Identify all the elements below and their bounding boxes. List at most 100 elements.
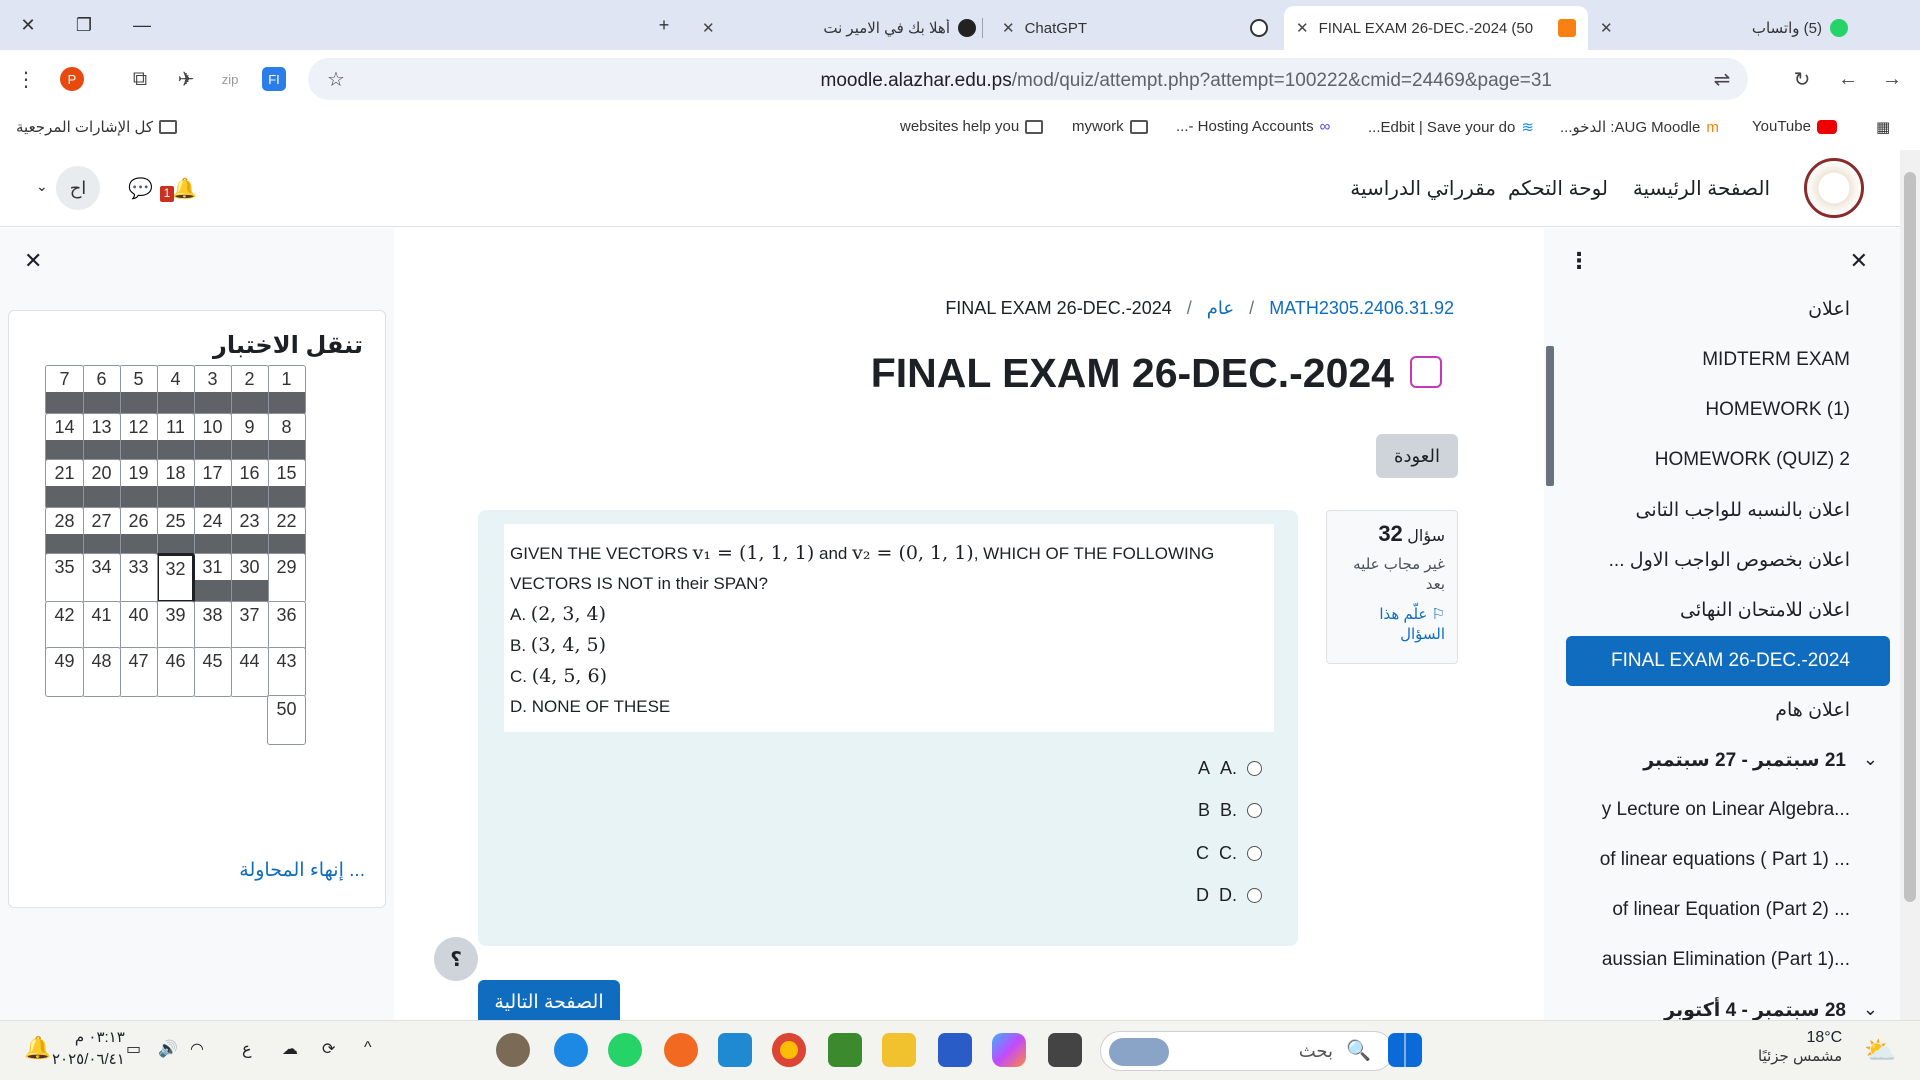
question-nav-button-3[interactable]: 3 [193,365,232,415]
question-nav-button-9[interactable]: 9 [230,413,269,463]
question-nav-button-22[interactable]: 22 [267,507,306,557]
breadcrumb-course[interactable]: MATH2305.2406.31.92 [1269,298,1454,318]
tab-close-icon[interactable]: ✕ [1296,19,1309,37]
course-index-item[interactable]: اعلان هام [1775,699,1850,722]
question-nav-button-30[interactable]: 30 [230,553,269,603]
answer-option-d[interactable]: .D D [1196,885,1262,906]
site-settings-icon[interactable]: ⇌ [1710,67,1734,91]
question-nav-button-13[interactable]: 13 [82,413,121,463]
bookmark-youtube[interactable]: YouTube [1752,118,1837,135]
start-windows-icon[interactable] [1388,1033,1422,1067]
question-nav-button-34[interactable]: 34 [82,553,121,603]
question-nav-button-35[interactable]: 35 [45,553,84,603]
question-nav-button-10[interactable]: 10 [193,413,232,463]
question-nav-button-11[interactable]: 11 [156,413,195,463]
clock[interactable]: ٠٣:١٣ م ٢٠٢٥/٠٦/٤١ [52,1027,125,1071]
whatsapp-icon[interactable] [608,1033,642,1067]
answer-option-c[interactable]: .C C [1196,843,1262,864]
course-index-item[interactable]: HOMEWORK (QUIZ) 2 [1655,449,1850,471]
edge-icon[interactable] [554,1033,588,1067]
menu-kebab-icon[interactable]: ⋮ [14,67,38,91]
app-orange-icon[interactable] [664,1033,698,1067]
course-index-item[interactable]: ... of linear Equation (Part 2) [1612,899,1850,921]
address-bar[interactable]: ☆ moodle.alazhar.edu.ps/mod/quiz/attempt… [308,58,1748,100]
question-nav-button-19[interactable]: 19 [119,459,158,509]
question-nav-button-50[interactable]: 50 [267,695,306,745]
question-nav-button-5[interactable]: 5 [119,365,158,415]
question-nav-button-15[interactable]: 15 [267,459,306,509]
next-page-button[interactable]: الصفحة التالية [478,980,620,1024]
answer-option-b[interactable]: .B B [1198,800,1262,821]
microsoft-store-icon[interactable] [938,1033,972,1067]
question-nav-button-29[interactable]: 29 [267,553,306,603]
page-scrollbar[interactable] [1900,150,1920,1020]
user-menu-chevron-icon[interactable]: ⌄ [36,178,48,195]
course-index-item[interactable]: اعلان [1808,298,1850,321]
messages-icon[interactable]: 💬 [128,176,153,201]
nav-home[interactable]: الصفحة الرئيسية [1633,176,1770,201]
bookmark-mywork[interactable]: mywork [1072,118,1148,135]
page-scrollbar-thumb[interactable] [1904,172,1916,902]
chevron-up-icon[interactable]: ^ [364,1039,372,1057]
new-tab-icon[interactable]: + [646,10,682,40]
question-nav-button-25[interactable]: 25 [156,507,195,557]
question-nav-button-24[interactable]: 24 [193,507,232,557]
extensions-icon[interactable]: ⧉ [128,67,152,91]
file-explorer-icon[interactable] [882,1033,916,1067]
tab-final-exam[interactable]: FINAL EXAM 26-DEC.-2024 (50 ✕ [1284,6,1588,50]
radio-d[interactable] [1247,888,1262,903]
question-nav-button-42[interactable]: 42 [45,601,84,651]
question-nav-button-48[interactable]: 48 [82,647,121,697]
close-drawer-icon[interactable]: ✕ [1850,248,1868,274]
question-nav-button-4[interactable]: 4 [156,365,195,415]
question-nav-button-44[interactable]: 44 [230,647,269,697]
notifications-bell-icon[interactable]: 🔔 [172,176,197,201]
back-arrow-icon[interactable]: ← [1836,67,1860,91]
lambda-app-icon[interactable] [828,1033,862,1067]
question-nav-button-20[interactable]: 20 [82,459,121,509]
question-nav-button-40[interactable]: 40 [119,601,158,651]
finish-attempt-link[interactable]: إنهاء المحاولة ... [239,859,365,882]
cloud-icon[interactable]: ☁ [282,1039,298,1059]
question-nav-button-47[interactable]: 47 [119,647,158,697]
bookmark-edbit[interactable]: ≋ Edbit | Save your do... [1368,118,1534,137]
sync-icon[interactable]: ⟳ [322,1039,335,1059]
weather-widget[interactable]: 18°C مشمس جزئيًا [1758,1029,1842,1065]
question-nav-button-32[interactable]: 32 [156,553,195,603]
question-nav-button-36[interactable]: 36 [267,601,306,651]
question-nav-button-18[interactable]: 18 [156,459,195,509]
course-index-item[interactable]: ...aussian Elimination (Part 1) [1602,949,1850,971]
translate-extension-icon[interactable]: FI [262,67,286,91]
question-nav-button-39[interactable]: 39 [156,601,195,651]
tab-close-icon[interactable]: ✕ [1002,19,1015,37]
question-nav-button-43[interactable]: 43 [267,647,306,697]
course-index-item[interactable]: ... of linear equations ( Part 1) [1600,849,1850,871]
question-nav-button-27[interactable]: 27 [82,507,121,557]
question-nav-button-37[interactable]: 37 [230,601,269,651]
course-index-item[interactable]: اعلان بالنسبه للواجب التانى [1635,499,1850,522]
notification-bell-icon[interactable]: 🔔 [24,1035,51,1061]
course-index-section[interactable]: 28 سبتمبر - 4 أكتوبر [1664,999,1846,1022]
close-window-icon[interactable]: ✕ [10,10,46,40]
radio-b[interactable] [1247,803,1262,818]
language-indicator[interactable]: ع [242,1039,252,1059]
tab-close-icon[interactable]: ✕ [702,19,715,37]
minimize-window-icon[interactable]: — [124,10,160,40]
question-nav-button-49[interactable]: 49 [45,647,84,697]
question-nav-button-14[interactable]: 14 [45,413,84,463]
course-index-menu-icon[interactable]: ⋮ [1568,248,1590,274]
question-nav-button-7[interactable]: 7 [45,365,84,415]
tab-amir-net[interactable]: أهلا بك في الامير نت ✕ [690,6,988,50]
radio-a[interactable] [1247,761,1262,776]
course-index-item[interactable]: اعلان للامتحان النهائى [1680,599,1850,622]
reload-icon[interactable]: ↻ [1790,67,1814,91]
question-nav-button-17[interactable]: 17 [193,459,232,509]
chevron-down-icon[interactable]: ⌄ [1863,999,1878,1020]
taskbar-search[interactable]: بحث 🔍 [1100,1031,1394,1071]
radio-c[interactable] [1247,846,1262,861]
apps-grid-icon[interactable]: ▦ [1876,118,1890,136]
question-nav-button-1[interactable]: 1 [267,365,306,415]
battery-icon[interactable]: ▭ [126,1039,141,1059]
question-nav-button-26[interactable]: 26 [119,507,158,557]
forward-arrow-icon[interactable]: → [1880,67,1904,91]
